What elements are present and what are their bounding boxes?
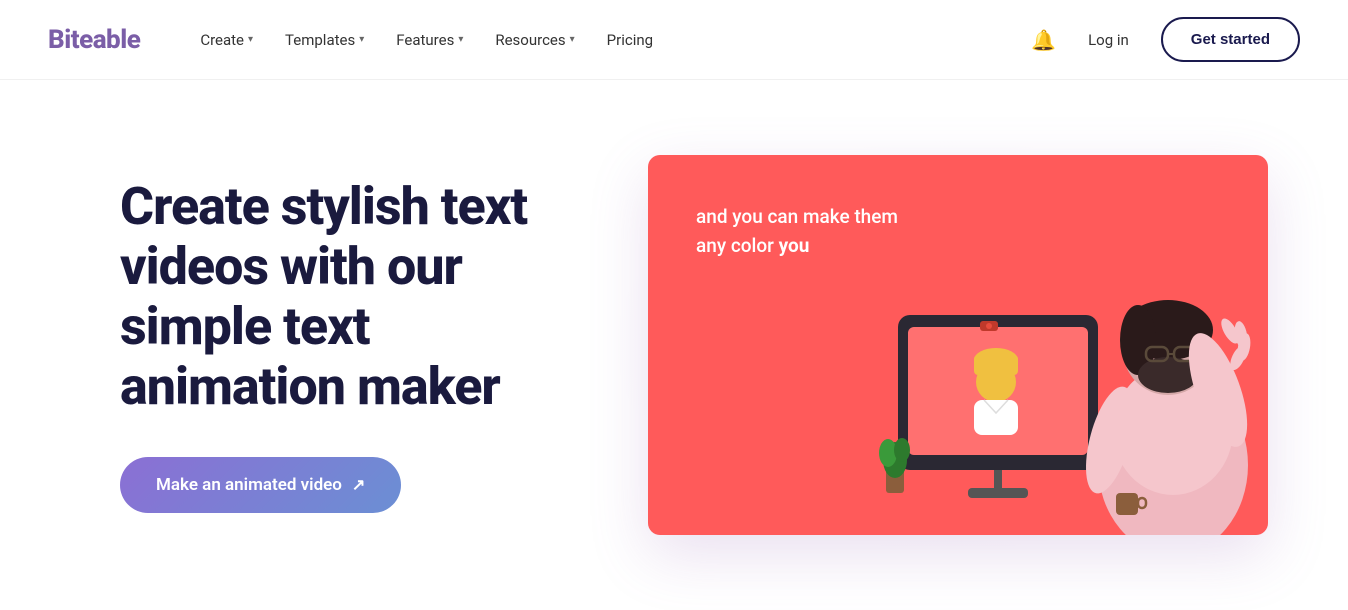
card-line2-prefix: any color [696,234,779,257]
nav-right: 🔔 Log in Get started [1031,17,1300,62]
nav-features-label: Features [396,31,454,49]
nav-item-pricing[interactable]: Pricing [595,23,665,57]
arrow-icon: ↗ [352,475,365,494]
logo-text: Biteable [48,25,140,55]
nav-create-label: Create [200,31,244,49]
card-line2-bold: you [779,234,810,257]
logo[interactable]: Biteable [48,25,140,55]
hero-heading: Create stylish text videos with our simp… [120,177,580,416]
nav-item-resources[interactable]: Resources ▾ [483,23,586,57]
nav-resources-label: Resources [495,31,565,49]
hero-left: Create stylish text videos with our simp… [120,177,640,512]
nav-item-templates[interactable]: Templates ▾ [273,23,376,57]
card-line2: any color you [696,232,898,261]
scene-illustration [878,235,1258,535]
chevron-icon: ▾ [458,34,463,45]
cta-button[interactable]: Make an animated video ↗ [120,457,401,513]
nav-item-features[interactable]: Features ▾ [384,23,475,57]
cta-label: Make an animated video [156,475,342,495]
notification-bell-icon[interactable]: 🔔 [1031,28,1056,52]
video-preview-card: and you can make them any color you [648,155,1268,535]
nav-pricing-label: Pricing [607,31,653,49]
hero-right: and you can make them any color you [640,155,1268,535]
nav-links: Create ▾ Templates ▾ Features ▾ Resource… [188,23,1031,57]
nav-templates-label: Templates [285,31,355,49]
chevron-icon: ▾ [359,34,364,45]
chevron-icon: ▾ [570,34,575,45]
hero-section: Create stylish text videos with our simp… [0,80,1348,610]
card-line1: and you can make them [696,203,898,232]
nav-item-create[interactable]: Create ▾ [188,23,265,57]
chevron-icon: ▾ [248,34,253,45]
navbar: Biteable Create ▾ Templates ▾ Features ▾… [0,0,1348,80]
get-started-button[interactable]: Get started [1161,17,1300,62]
card-overlay-text: and you can make them any color you [696,203,898,260]
login-link[interactable]: Log in [1076,23,1141,57]
